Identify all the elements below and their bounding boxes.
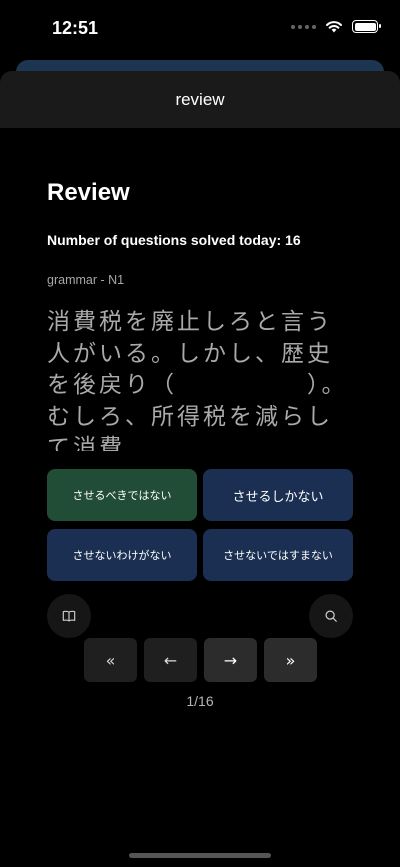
navigation-buttons: « ← → » (84, 638, 317, 682)
sheet-header: review (0, 71, 400, 128)
book-icon (62, 610, 76, 622)
answer-option-1[interactable]: させるべきではない (47, 469, 197, 521)
answer-grid: させるべきではない させるしかない させないわけがない させないではすまない (47, 469, 353, 581)
question-text: 消費税を廃止しろと言う人がいる。しかし、歴史を後戻り（ ）。むしろ、所得税を減ら… (47, 309, 348, 451)
status-bar: 12:51 (0, 0, 400, 60)
search-button[interactable] (309, 594, 353, 638)
battery-icon (352, 20, 381, 33)
question-category: grammar - N1 (47, 273, 125, 287)
answer-option-4[interactable]: させないではすまない (203, 529, 353, 581)
first-page-button[interactable]: « (84, 638, 137, 682)
page-title: Review (47, 179, 130, 206)
answer-option-3[interactable]: させないわけがない (47, 529, 197, 581)
status-icons (291, 20, 381, 33)
next-button[interactable]: → (204, 638, 257, 682)
question-scroll-area[interactable]: 消費税を廃止しろと言う人がいる。しかし、歴史を後戻り（ ）。むしろ、所得税を減ら… (47, 307, 357, 451)
page-indicator: 1/16 (186, 693, 214, 709)
wifi-icon (326, 21, 342, 33)
answer-option-2[interactable]: させるしかない (203, 469, 353, 521)
dictionary-button[interactable] (47, 594, 91, 638)
status-time: 12:51 (52, 18, 99, 38)
last-page-button[interactable]: » (264, 638, 317, 682)
signal-dots-icon (291, 24, 316, 29)
previous-button[interactable]: ← (144, 638, 197, 682)
sheet-title: review (175, 89, 225, 109)
search-icon (325, 610, 337, 622)
solved-count-label: Number of questions solved today: 16 (47, 232, 301, 248)
home-indicator[interactable] (129, 853, 271, 858)
